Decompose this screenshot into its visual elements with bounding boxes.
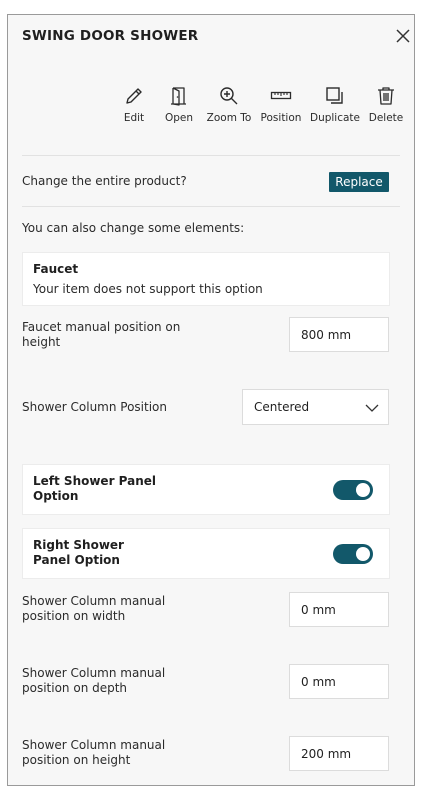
duplicate-label: Duplicate — [309, 112, 361, 124]
ruler-icon — [270, 91, 292, 100]
open-label: Open — [164, 112, 194, 124]
column-position-label: Shower Column Position — [22, 400, 168, 414]
divider — [22, 155, 400, 156]
toggle-knob — [356, 547, 370, 561]
faucet-title: Faucet — [33, 262, 79, 276]
zoom-in-icon — [220, 87, 238, 105]
right-panel-option-card: Right Shower Panel Option — [22, 528, 390, 579]
column-height-label: Shower Column manual position on height — [22, 738, 166, 767]
open-button[interactable]: Open — [153, 85, 205, 124]
column-width-label: Shower Column manual position on width — [22, 594, 166, 623]
column-depth-input[interactable]: 0 mm — [289, 664, 389, 699]
faucet-message: Your item does not support this option — [33, 282, 263, 296]
faucet-card: Faucet Your item does not support this o… — [22, 252, 390, 306]
duplicate-button[interactable]: Duplicate — [309, 85, 361, 124]
left-panel-option-card: Left Shower Panel Option — [22, 464, 390, 515]
faucet-height-input[interactable]: 800 mm — [289, 317, 389, 352]
chevron-down-icon — [365, 404, 379, 412]
replace-button[interactable]: Replace — [329, 172, 389, 192]
position-button[interactable]: Position — [255, 85, 307, 124]
close-icon[interactable] — [394, 27, 412, 45]
column-position-select[interactable]: Centered — [242, 389, 389, 425]
product-panel: SWING DOOR SHOWER Edit Open Zoom To Posi… — [7, 14, 415, 786]
column-depth-label: Shower Column manual position on depth — [22, 666, 166, 695]
panel-header: SWING DOOR SHOWER — [22, 28, 414, 52]
column-height-input[interactable]: 200 mm — [289, 736, 389, 771]
delete-label: Delete — [368, 112, 404, 124]
duplicate-icon — [326, 87, 343, 104]
left-panel-toggle[interactable] — [333, 480, 373, 500]
door-icon — [171, 87, 186, 106]
toggle-knob — [356, 483, 370, 497]
pencil-icon — [126, 88, 142, 104]
position-label: Position — [260, 112, 302, 124]
divider — [22, 206, 400, 207]
change-product-prompt: Change the entire product? — [22, 174, 187, 188]
delete-button[interactable]: Delete — [360, 85, 412, 124]
left-panel-option-label: Left Shower Panel Option — [33, 474, 157, 503]
trash-icon — [378, 87, 394, 105]
column-position-value: Centered — [254, 400, 310, 414]
panel-title: SWING DOOR SHOWER — [22, 28, 199, 44]
zoom-to-button[interactable]: Zoom To — [203, 85, 255, 124]
zoom-to-label: Zoom To — [206, 112, 252, 124]
elements-intro: You can also change some elements: — [22, 221, 245, 235]
right-panel-option-label: Right Shower Panel Option — [33, 538, 124, 567]
column-width-input[interactable]: 0 mm — [289, 592, 389, 627]
right-panel-toggle[interactable] — [333, 544, 373, 564]
faucet-height-label: Faucet manual position on height — [22, 320, 181, 349]
